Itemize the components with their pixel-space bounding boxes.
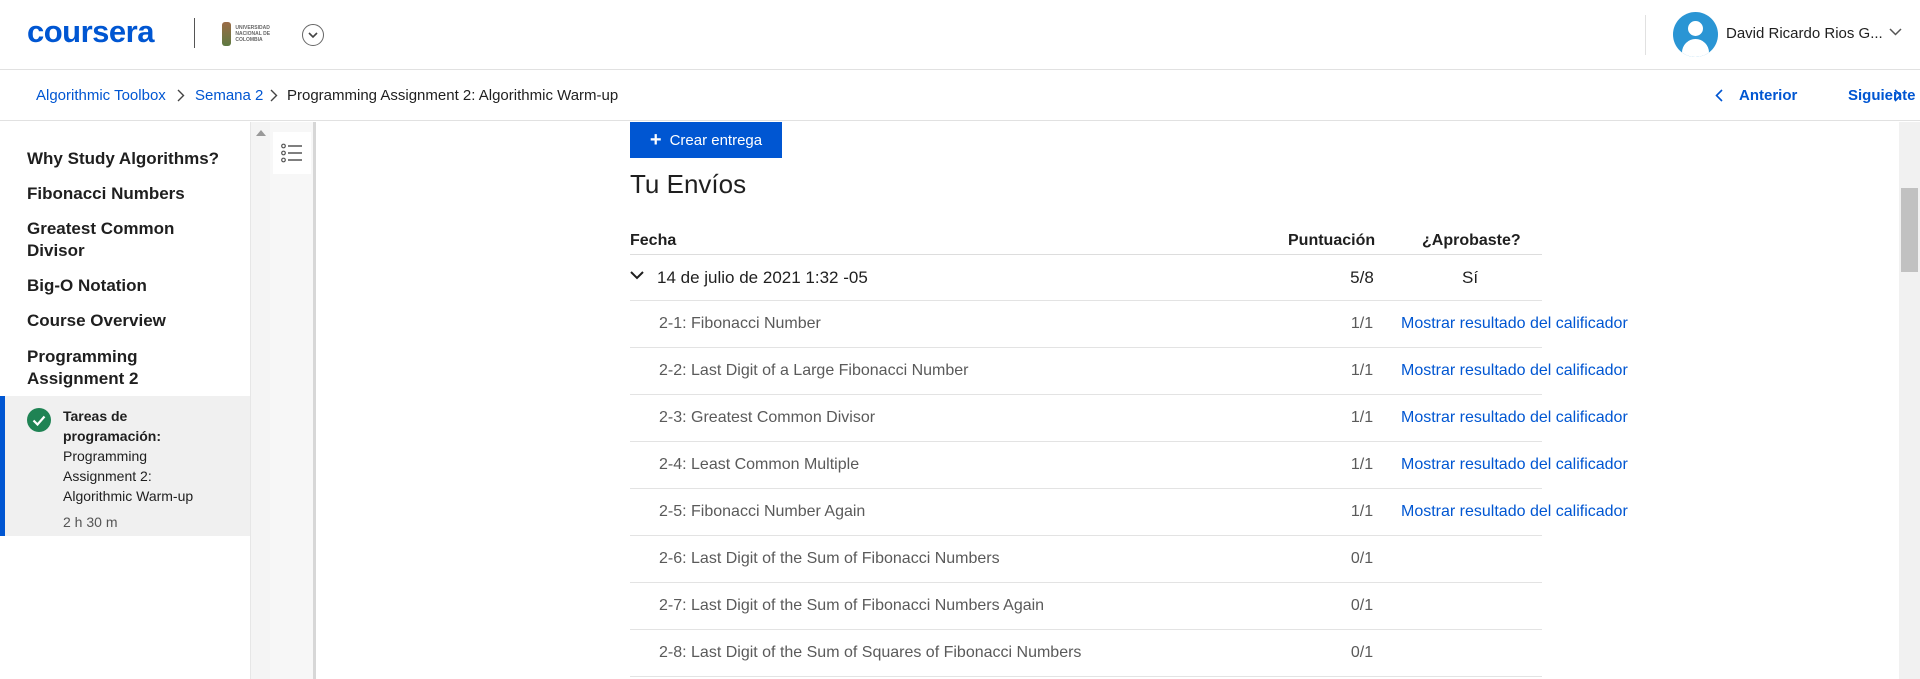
breadcrumb-week[interactable]: Semana 2 (195, 87, 263, 104)
table-row: 2-2: Last Digit of a Large Fibonacci Num… (630, 348, 1628, 395)
task-score: 1/1 (1350, 456, 1374, 473)
chevron-right-icon (177, 89, 185, 102)
avatar-body-icon (1682, 39, 1709, 57)
main-content: + Crear entrega Tu Envíos Fecha Puntuaci… (319, 122, 1899, 679)
sidebar-item-programming-assignment-2[interactable]: Programming Assignment 2 (27, 346, 157, 390)
task-name: 2-2: Last Digit of a Large Fibonacci Num… (659, 362, 969, 379)
breadcrumb-bar: Algorithmic Toolbox Semana 2 Programming… (0, 71, 1920, 121)
sidebar-item-big-o-notation[interactable]: Big-O Notation (27, 275, 227, 297)
table-row: 2-1: Fibonacci Number 1/1 Mostrar result… (630, 301, 1628, 348)
breadcrumb-course[interactable]: Algorithmic Toolbox (36, 87, 166, 104)
show-grader-output-link[interactable]: Mostrar resultado del calificador (1401, 409, 1628, 427)
task-name: 2-7: Last Digit of the Sum of Fibonacci … (659, 597, 1045, 614)
task-score: 1/1 (1350, 503, 1374, 520)
table-row: 2-3: Greatest Common Divisor 1/1 Mostrar… (630, 395, 1628, 442)
task-name: 2-3: Greatest Common Divisor (659, 409, 876, 426)
submission-score: 5/8 (1350, 268, 1374, 287)
chevron-left-icon[interactable] (1715, 89, 1723, 102)
previous-item-link[interactable]: Anterior (1739, 87, 1797, 104)
task-score: 0/1 (1350, 644, 1374, 661)
chevron-down-icon[interactable] (630, 271, 644, 280)
column-header-date: Fecha (630, 232, 677, 249)
scroll-up-arrow-icon[interactable] (256, 130, 266, 136)
show-grader-output-link[interactable]: Mostrar resultado del calificador (1401, 362, 1628, 380)
sidebar-scrollbar[interactable] (250, 122, 270, 679)
show-grader-output-link[interactable]: Mostrar resultado del calificador (1401, 503, 1628, 521)
column-header-passed: ¿Aprobaste? (1422, 232, 1521, 249)
chevron-right-icon[interactable] (1894, 89, 1902, 102)
chevron-right-icon (270, 89, 278, 102)
sidebar-item-greatest-common-divisor[interactable]: Greatest Common Divisor (27, 218, 187, 262)
sidebar-item-course-overview[interactable]: Course Overview (27, 310, 227, 332)
show-grader-output-link[interactable]: Mostrar resultado del calificador (1401, 456, 1628, 474)
create-submission-button[interactable]: + Crear entrega (630, 122, 782, 158)
course-sidebar: Why Study Algorithms? Fibonacci Numbers … (0, 122, 250, 679)
submission-row[interactable]: 14 de julio de 2021 1:32 -05 5/8 Sí (630, 254, 1542, 301)
show-grader-output-link[interactable]: Mostrar resultado del calificador (1401, 315, 1628, 333)
task-score: 1/1 (1350, 409, 1374, 426)
submissions-title: Tu Envíos (630, 169, 747, 199)
sidebar-item-active-assignment[interactable]: Tareas de programación: Programming Assi… (0, 396, 250, 536)
next-item-link[interactable]: Siguiente (1848, 87, 1916, 104)
table-row: 2-8: Last Digit of the Sum of Squares of… (630, 630, 1542, 677)
avatar-head-icon (1688, 21, 1703, 36)
logo-divider (194, 18, 195, 48)
partner-logo-text: UNIVERSIDAD NACIONAL DE COLOMBIA (235, 25, 271, 43)
submission-passed: Sí (1462, 268, 1479, 287)
coursera-logo[interactable]: coursera (27, 14, 154, 50)
active-item-name: Programming Assignment 2: Algorithmic Wa… (63, 448, 194, 504)
column-header-score: Puntuación (1288, 232, 1376, 249)
task-score: 0/1 (1350, 597, 1374, 614)
task-score: 1/1 (1350, 315, 1374, 332)
task-name: 2-1: Fibonacci Number (659, 315, 821, 332)
partner-logo[interactable]: UNIVERSIDAD NACIONAL DE COLOMBIA (222, 19, 282, 49)
user-name[interactable]: David Ricardo Rios G... (1726, 25, 1883, 42)
org-switcher-button[interactable] (302, 24, 324, 46)
completed-check-icon (27, 408, 51, 432)
toc-panel (270, 122, 316, 679)
page-scrollbar-thumb[interactable] (1901, 188, 1918, 272)
task-name: 2-5: Fibonacci Number Again (659, 503, 866, 520)
table-row: 2-5: Fibonacci Number Again 1/1 Mostrar … (630, 489, 1628, 536)
task-name: 2-8: Last Digit of the Sum of Squares of… (659, 644, 1082, 661)
table-row: 2-7: Last Digit of the Sum of Fibonacci … (630, 583, 1542, 630)
task-score: 0/1 (1350, 550, 1374, 567)
plus-icon: + (649, 129, 662, 151)
active-item-type: Tareas de programación: (63, 408, 162, 444)
submission-date: 14 de julio de 2021 1:32 -05 (657, 268, 868, 287)
task-name: 2-4: Least Common Multiple (659, 456, 860, 473)
chevron-down-icon (308, 31, 318, 38)
active-item-duration: 2 h 30 m (63, 514, 118, 530)
toc-toggle-button[interactable] (273, 132, 311, 174)
table-row: 2-6: Last Digit of the Sum of Fibonacci … (630, 536, 1542, 583)
table-row: 2-4: Least Common Multiple 1/1 Mostrar r… (630, 442, 1628, 489)
active-item-title: Tareas de programación: Programming Assi… (63, 406, 213, 506)
list-icon (281, 143, 302, 163)
page-scrollbar[interactable] (1899, 122, 1920, 679)
sidebar-item-why-study-algorithms[interactable]: Why Study Algorithms? (27, 148, 227, 170)
sidebar-item-fibonacci-numbers[interactable]: Fibonacci Numbers (27, 183, 227, 205)
breadcrumb-current: Programming Assignment 2: Algorithmic Wa… (287, 87, 619, 104)
task-name: 2-6: Last Digit of the Sum of Fibonacci … (659, 550, 1000, 567)
create-submission-label: Crear entrega (669, 131, 763, 149)
top-header: coursera UNIVERSIDAD NACIONAL DE COLOMBI… (0, 0, 1920, 70)
header-divider (1645, 15, 1646, 55)
university-seal-icon (222, 22, 232, 46)
user-avatar[interactable] (1673, 12, 1718, 57)
user-menu-chevron-icon[interactable] (1889, 28, 1902, 36)
task-score: 1/1 (1350, 362, 1374, 379)
